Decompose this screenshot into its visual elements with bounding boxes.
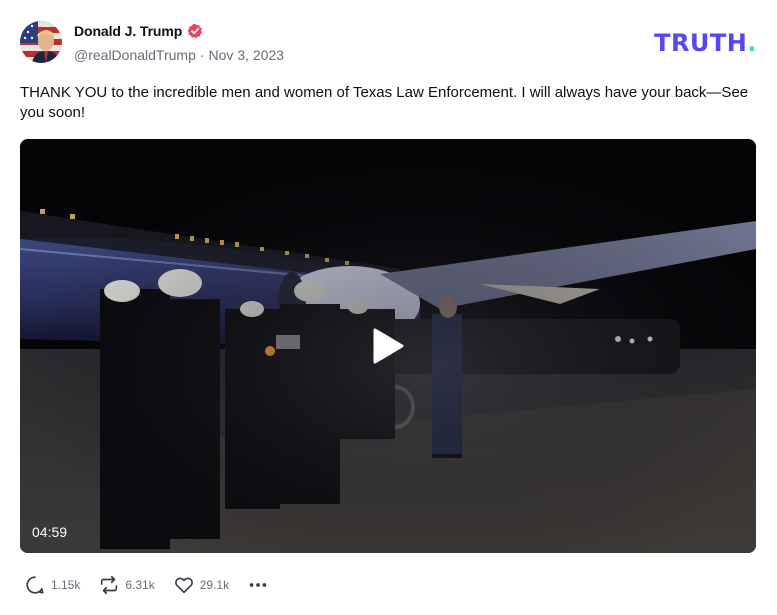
video-duration: 04:59 xyxy=(32,524,68,540)
author-handle[interactable]: @realDonaldTrump xyxy=(74,47,196,63)
video-player[interactable]: 04:59 xyxy=(20,139,756,553)
post-text: THANK YOU to the incredible men and wome… xyxy=(20,84,749,121)
reply-icon xyxy=(26,576,44,594)
avatar[interactable] xyxy=(20,21,62,63)
logo-dot: . xyxy=(747,29,757,57)
post-actions: 1.15k 6.31k 29.1k xyxy=(24,573,269,597)
like-button[interactable]: 29.1k xyxy=(173,574,229,596)
truth-logo[interactable]: TRUTH. xyxy=(654,29,757,57)
reply-button[interactable]: 1.15k xyxy=(24,574,80,596)
retruth-button[interactable]: 6.31k xyxy=(98,574,155,596)
reply-count: 1.15k xyxy=(51,578,81,592)
logo-text: TRUTH xyxy=(654,29,748,57)
post-meta: @realDonaldTrump · Nov 3, 2023 xyxy=(74,47,284,63)
play-button[interactable] xyxy=(358,316,418,376)
more-icon xyxy=(249,583,267,587)
meta-separator: · xyxy=(199,47,205,63)
verified-badge-icon xyxy=(187,23,203,39)
heart-icon xyxy=(174,577,193,594)
post-header: Donald J. Trump @realDonaldTrump · Nov 3… xyxy=(20,20,757,66)
post-date[interactable]: Nov 3, 2023 xyxy=(209,47,285,63)
retruth-icon xyxy=(101,575,118,595)
play-icon xyxy=(373,328,404,364)
display-name[interactable]: Donald J. Trump xyxy=(74,23,182,39)
retruth-count: 6.31k xyxy=(125,578,155,592)
like-count: 29.1k xyxy=(199,578,230,592)
name-row: Donald J. Trump xyxy=(74,23,203,39)
more-options-button[interactable] xyxy=(247,574,269,596)
